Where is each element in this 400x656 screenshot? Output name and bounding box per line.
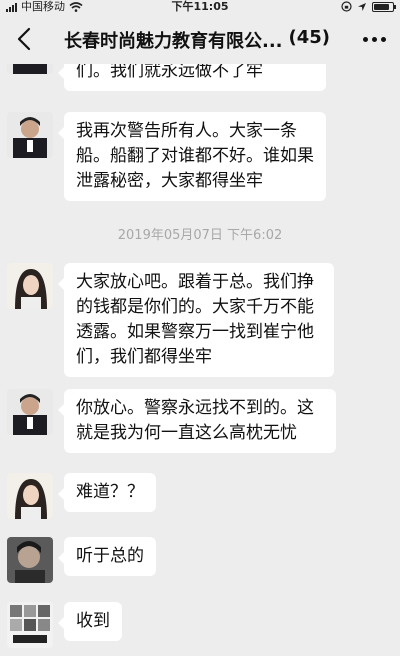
message-bubble[interactable]: 我再次警告所有人。大家一条船。船翻了对谁都不好。谁如果泄露秘密，大家都得坐牢 <box>58 112 326 201</box>
avatar[interactable] <box>7 473 53 519</box>
avatar[interactable] <box>7 64 53 74</box>
message-bubble[interactable]: 收到 <box>58 602 122 641</box>
back-button[interactable] <box>10 22 38 56</box>
chat-area[interactable]: 们。我们就永远做不了牢 我再次警告所有人。大家一条船。船翻了对谁都不好。谁如果泄… <box>0 64 400 656</box>
more-dots-icon <box>362 36 368 42</box>
message-text: 收到 <box>76 611 110 631</box>
chat-title: 长春时尚魅力教育有限公... (45) <box>64 27 354 53</box>
chevron-left-icon <box>17 27 31 51</box>
avatar[interactable] <box>7 263 53 309</box>
message-bubble[interactable]: 难道？？ <box>58 473 156 512</box>
message-text: 难道？？ <box>76 482 144 502</box>
group-name: 长春时尚魅力教育有限公... <box>64 31 283 52</box>
message-text: 们。我们就永远做不了牢 <box>76 64 263 81</box>
member-count: (45) <box>288 27 331 48</box>
message-text: 大家放心吧。跟着于总。我们挣的钱都是你们的。大家千万不能透露。如果警察万一找到崔… <box>76 272 314 367</box>
avatar[interactable] <box>7 112 53 158</box>
avatar[interactable] <box>7 389 53 435</box>
message-text: 你放心。警察永远找不到的。这就是我为何一直这么高枕无忧 <box>76 398 314 443</box>
message-bubble[interactable]: 们。我们就永远做不了牢 <box>58 64 326 91</box>
status-time: 下午11:05 <box>171 0 229 13</box>
timestamp: 2019年05月07日 下午6:02 <box>117 228 283 243</box>
battery-fill <box>374 3 390 10</box>
status-right <box>341 1 396 12</box>
message-bubble[interactable]: 你放心。警察永远找不到的。这就是我为何一直这么高枕无忧 <box>58 389 336 453</box>
battery-icon <box>372 1 396 12</box>
lock-rotation-icon <box>341 1 352 12</box>
message-bubble[interactable]: 听于总的 <box>58 537 156 576</box>
message-bubble[interactable]: 大家放心吧。跟着于总。我们挣的钱都是你们的。大家千万不能透露。如果警察万一找到崔… <box>58 263 334 377</box>
message-text: 我再次警告所有人。大家一条船。船翻了对谁都不好。谁如果泄露秘密，大家都得坐牢 <box>76 121 314 191</box>
more-button[interactable] <box>358 26 390 52</box>
nav-bar: 长春时尚魅力教育有限公... (45) <box>0 14 400 64</box>
status-bar: 中国移动 下午11:05 <box>0 0 400 14</box>
avatar[interactable] <box>7 537 53 583</box>
message-text: 听于总的 <box>76 546 144 566</box>
location-icon <box>358 2 366 11</box>
avatar[interactable] <box>7 602 53 648</box>
